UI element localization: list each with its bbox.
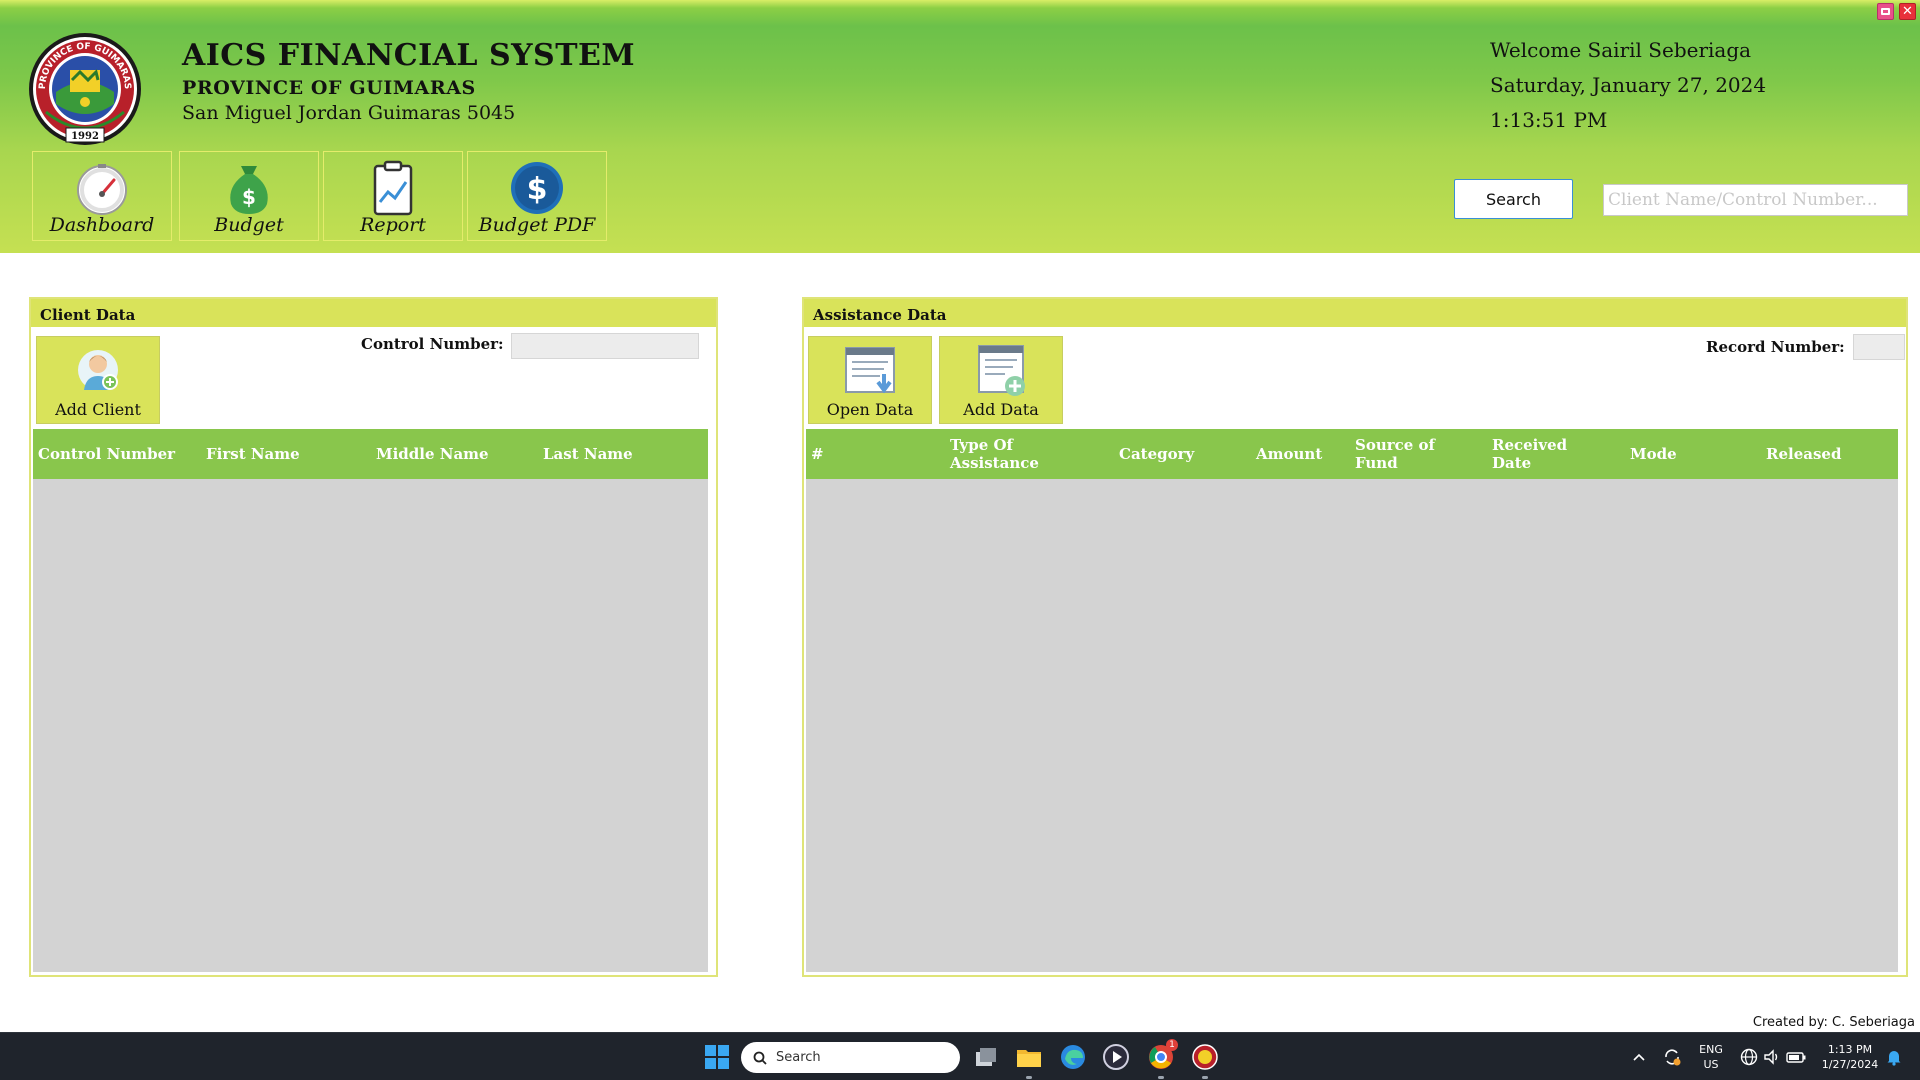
svg-text:$: $ <box>242 185 256 209</box>
dashboard-label: Dashboard <box>49 214 155 236</box>
assistance-grid-body[interactable] <box>806 479 1898 972</box>
svg-text:$: $ <box>527 172 548 207</box>
app-header: ✕ 1992 PROVINCE OF GUIMARAS AICS FINANCI… <box>0 0 1920 253</box>
province-seal-logo: 1992 PROVINCE OF GUIMARAS <box>29 33 141 145</box>
col-category[interactable]: Category <box>1119 429 1194 479</box>
windows-start-icon[interactable] <box>703 1043 731 1071</box>
language-indicator[interactable]: ENG US <box>1697 1042 1725 1072</box>
media-player-icon[interactable] <box>1102 1043 1130 1071</box>
budget-pdf-label: Budget PDF <box>478 214 596 236</box>
budget-pdf-button[interactable]: $ Budget PDF <box>467 151 607 241</box>
aics-app-icon[interactable] <box>1191 1043 1219 1071</box>
col-received-date[interactable]: Received Date <box>1492 429 1582 479</box>
dashboard-button[interactable]: Dashboard <box>32 151 172 241</box>
taskbar-clock[interactable]: 1:13 PM 1/27/2024 <box>1815 1042 1885 1072</box>
network-globe-icon[interactable] <box>1739 1047 1759 1067</box>
col-last-name[interactable]: Last Name <box>543 429 633 479</box>
assistance-panel-title: Assistance Data <box>804 299 1906 327</box>
dollar-coin-icon: $ <box>511 162 563 214</box>
clock-date: 1/27/2024 <box>1821 1058 1879 1071</box>
chrome-notification-badge: 1 <box>1166 1039 1178 1051</box>
close-button[interactable]: ✕ <box>1899 3 1916 20</box>
budget-button[interactable]: $ Budget <box>179 151 319 241</box>
close-icon: ✕ <box>1902 4 1913 19</box>
assistance-data-panel: Assistance Data Open Data Add Data Recor… <box>802 297 1908 977</box>
budget-label: Budget <box>214 214 284 236</box>
task-view-icon[interactable] <box>972 1043 1000 1071</box>
record-number-field[interactable] <box>1853 334 1905 360</box>
col-middle-name[interactable]: Middle Name <box>376 429 489 479</box>
app-title: AICS FINANCIAL SYSTEM <box>182 38 636 73</box>
chevron-up-icon[interactable] <box>1629 1047 1649 1067</box>
chrome-running-indicator <box>1158 1076 1164 1079</box>
add-data-button[interactable]: Add Data <box>939 336 1063 424</box>
col-type-of-assistance[interactable]: Type Of Assistance <box>950 429 1060 479</box>
edge-browser-icon[interactable] <box>1059 1043 1087 1071</box>
taskbar-search[interactable]: Search <box>741 1042 960 1073</box>
svg-text:1992: 1992 <box>71 131 99 142</box>
windows-taskbar: Search 1 ENG US 1:13 PM 1/27/2024 <box>0 1032 1920 1080</box>
open-data-button[interactable]: Open Data <box>808 336 932 424</box>
col-amount[interactable]: Amount <box>1256 429 1322 479</box>
money-bag-icon: $ <box>230 166 268 214</box>
clipboard-chart-icon <box>373 160 413 216</box>
add-user-icon <box>78 350 118 390</box>
minimize-icon <box>1881 8 1890 15</box>
add-data-label: Add Data <box>963 400 1039 419</box>
minimize-button[interactable] <box>1877 3 1894 20</box>
search-button[interactable]: Search <box>1454 179 1573 219</box>
report-button[interactable]: Report <box>323 151 463 241</box>
file-explorer-icon[interactable] <box>1015 1043 1043 1071</box>
open-document-icon <box>845 347 895 394</box>
record-number-label: Record Number: <box>1706 338 1845 356</box>
col-released[interactable]: Released <box>1766 429 1841 479</box>
window-controls: ✕ <box>1877 3 1916 20</box>
col-source-of-fund[interactable]: Source of Fund <box>1355 429 1451 479</box>
current-date: Saturday, January 27, 2024 <box>1490 73 1767 97</box>
speedometer-icon <box>77 164 127 215</box>
credit-text: Created by: C. Seberiaga <box>1752 1015 1915 1030</box>
open-data-label: Open Data <box>826 400 914 419</box>
client-panel-title: Client Data <box>31 299 716 327</box>
add-client-label: Add Client <box>55 400 141 419</box>
sync-icon[interactable] <box>1661 1046 1683 1068</box>
language-code: ENG <box>1699 1043 1723 1056</box>
client-grid-body[interactable] <box>33 479 708 972</box>
explorer-running-indicator <box>1026 1076 1032 1079</box>
region-code: US <box>1703 1058 1719 1071</box>
add-client-button[interactable]: Add Client <box>36 336 160 424</box>
col-first-name[interactable]: First Name <box>206 429 300 479</box>
report-label: Report <box>360 214 426 236</box>
add-document-icon <box>978 345 1025 396</box>
taskbar-search-label: Search <box>776 1050 821 1065</box>
session-info: Welcome Sairil Seberiaga Saturday, Janua… <box>1490 33 1766 138</box>
province-name: PROVINCE OF GUIMARAS <box>182 77 476 99</box>
col-mode[interactable]: Mode <box>1630 429 1677 479</box>
office-address: San Miguel Jordan Guimaras 5045 <box>182 102 516 124</box>
search-icon <box>753 1051 767 1065</box>
aics-running-indicator <box>1202 1076 1208 1079</box>
control-number-field[interactable] <box>511 333 699 359</box>
current-time: 1:13:51 PM <box>1490 108 1608 132</box>
search-input[interactable] <box>1603 184 1908 216</box>
control-number-label: Control Number: <box>361 335 504 353</box>
volume-icon[interactable] <box>1762 1047 1782 1067</box>
battery-icon[interactable] <box>1785 1047 1807 1067</box>
client-grid-header: Control Number First Name Middle Name La… <box>33 429 708 479</box>
col-control-number[interactable]: Control Number <box>38 429 175 479</box>
clock-time: 1:13 PM <box>1827 1043 1873 1056</box>
assistance-grid-header: # Type Of Assistance Category Amount Sou… <box>806 429 1898 479</box>
welcome-text: Welcome Sairil Seberiaga <box>1490 38 1752 62</box>
col-number[interactable]: # <box>811 429 824 479</box>
client-data-panel: Client Data Add Client Control Number: C… <box>29 297 718 977</box>
notification-bell-icon[interactable] <box>1884 1047 1904 1067</box>
